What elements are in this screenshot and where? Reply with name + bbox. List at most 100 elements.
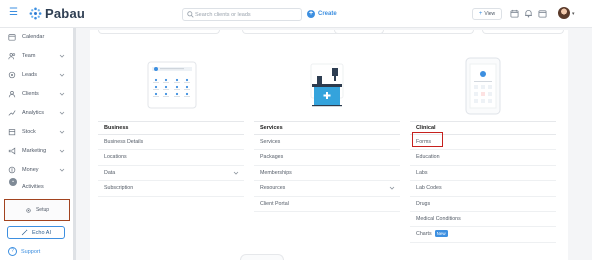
item-label: Charts xyxy=(416,231,432,238)
item-label: Locations xyxy=(104,154,127,161)
team-icon xyxy=(8,53,16,60)
user-avatar[interactable] xyxy=(558,7,570,19)
data-dropdown[interactable]: Data xyxy=(98,166,244,182)
chevron-down-icon xyxy=(59,130,65,134)
setup-label: Setup xyxy=(35,207,50,213)
create-label: Create xyxy=(318,11,337,17)
subscription-link[interactable]: Subscription xyxy=(98,181,244,197)
support-label: Support xyxy=(21,248,41,255)
item-label: Lab Codes xyxy=(416,185,442,192)
clients-icon xyxy=(8,91,16,98)
chevron-down-icon xyxy=(389,186,395,190)
services-list: Services Packages Memberships Resources … xyxy=(254,135,400,212)
item-label: Business Details xyxy=(104,139,144,145)
bell-icon[interactable] xyxy=(524,9,533,18)
labs-link[interactable]: Labs xyxy=(410,166,556,182)
sidebar-toggle-icon[interactable]: ☰ xyxy=(9,8,18,18)
business-heading: Business xyxy=(98,121,244,135)
calendar-icon[interactable] xyxy=(538,9,547,18)
medical-conditions-link[interactable]: Medical Conditions xyxy=(410,212,556,228)
search-box[interactable] xyxy=(182,8,302,21)
memberships-link[interactable]: Memberships xyxy=(254,166,400,182)
view-label: View xyxy=(484,11,496,17)
leads-icon xyxy=(8,71,16,79)
sidebar-item-money[interactable]: Money xyxy=(0,163,73,177)
top-bar: ☰ Pabau + Create + View ▾ xyxy=(0,0,592,28)
sidebar-item-team[interactable]: Team xyxy=(0,49,73,63)
packages-link[interactable]: Packages xyxy=(254,150,400,166)
services-heading: Services xyxy=(254,121,400,135)
chevron-down-icon xyxy=(59,73,65,77)
services-link[interactable]: Services xyxy=(254,135,400,151)
chevron-down-icon xyxy=(59,111,65,115)
sidebar-item-stock[interactable]: Stock xyxy=(0,125,73,139)
sidebar-item-label: Calendar xyxy=(22,34,45,40)
sidebar: Calendar Team Leads Clients Analytics St… xyxy=(0,28,76,260)
card-remnant xyxy=(240,254,284,260)
analytics-icon xyxy=(8,110,16,116)
card-remnant xyxy=(98,30,220,34)
clinical-illustration xyxy=(465,57,501,115)
view-button[interactable]: + View xyxy=(472,8,502,20)
item-label: Packages xyxy=(260,154,284,161)
sidebar-item-label: Marketing xyxy=(22,148,47,154)
logo-text[interactable]: Pabau xyxy=(45,6,85,21)
business-list: Business Details Locations Data Subscrip… xyxy=(98,135,244,197)
sidebar-item-label: Stock xyxy=(22,129,36,135)
sidebar-item-label: Money xyxy=(22,167,39,173)
sidebar-item-calendar[interactable]: Calendar xyxy=(0,30,73,44)
sidebar-item-leads[interactable]: Leads xyxy=(0,68,73,82)
calendar-icon xyxy=(8,34,16,41)
charts-link[interactable]: Charts New xyxy=(410,227,556,243)
calendar-check-icon[interactable] xyxy=(510,9,519,18)
sidebar-item-label: Activities xyxy=(22,184,44,190)
item-label: Services xyxy=(260,139,281,145)
sidebar-item-label: Analytics xyxy=(22,110,45,116)
money-icon xyxy=(8,166,16,174)
education-link[interactable]: Education xyxy=(410,150,556,166)
business-details-link[interactable]: Business Details xyxy=(98,135,244,151)
item-label: Resources xyxy=(260,185,286,192)
item-label: Labs xyxy=(416,169,428,176)
support-link[interactable]: ? Support xyxy=(8,247,40,256)
sidebar-item-label: Team xyxy=(22,53,36,59)
pabau-logo-icon xyxy=(29,7,42,20)
item-label: Data xyxy=(104,169,116,176)
chevron-down-icon xyxy=(233,171,239,175)
echo-ai-button[interactable]: Echo AI xyxy=(7,226,65,239)
create-button[interactable]: + Create xyxy=(307,8,337,20)
help-icon: ? xyxy=(8,247,17,256)
item-label: Subscription xyxy=(104,185,134,192)
locations-link[interactable]: Locations xyxy=(98,150,244,166)
item-label: Memberships xyxy=(260,169,292,176)
resources-dropdown[interactable]: Resources xyxy=(254,181,400,197)
notification-badge: • xyxy=(9,178,17,186)
clinical-list: Forms Education Labs Lab Codes Drugs Med… xyxy=(410,135,556,243)
stock-icon xyxy=(8,129,16,136)
chevron-down-icon xyxy=(59,92,65,96)
sidebar-item-label: Clients xyxy=(22,91,39,97)
sidebar-item-setup[interactable]: Setup xyxy=(4,199,70,221)
item-label: Medical Conditions xyxy=(416,215,461,222)
lab-codes-link[interactable]: Lab Codes xyxy=(410,181,556,197)
plus-circle-icon: + xyxy=(307,10,315,18)
magic-wand-icon xyxy=(21,229,28,236)
sidebar-item-clients[interactable]: Clients xyxy=(0,87,73,101)
sidebar-item-analytics[interactable]: Analytics xyxy=(0,106,73,120)
chevron-down-icon xyxy=(59,168,65,172)
chevron-down-icon xyxy=(59,54,65,58)
echo-ai-label: Echo AI xyxy=(32,229,51,236)
business-illustration xyxy=(147,61,197,109)
sidebar-item-marketing[interactable]: Marketing xyxy=(0,144,73,158)
item-label: Client Portal xyxy=(260,200,289,207)
setup-panel: Business Business Details Locations Data… xyxy=(90,30,568,260)
plus-icon: + xyxy=(478,11,483,17)
chevron-down-icon[interactable]: ▾ xyxy=(572,11,575,17)
services-illustration xyxy=(310,63,344,107)
client-portal-link[interactable]: Client Portal xyxy=(254,197,400,212)
card-remnant xyxy=(482,30,564,34)
item-label: Drugs xyxy=(416,200,431,207)
search-input[interactable] xyxy=(195,10,299,20)
gear-icon xyxy=(26,207,31,213)
drugs-link[interactable]: Drugs xyxy=(410,197,556,212)
